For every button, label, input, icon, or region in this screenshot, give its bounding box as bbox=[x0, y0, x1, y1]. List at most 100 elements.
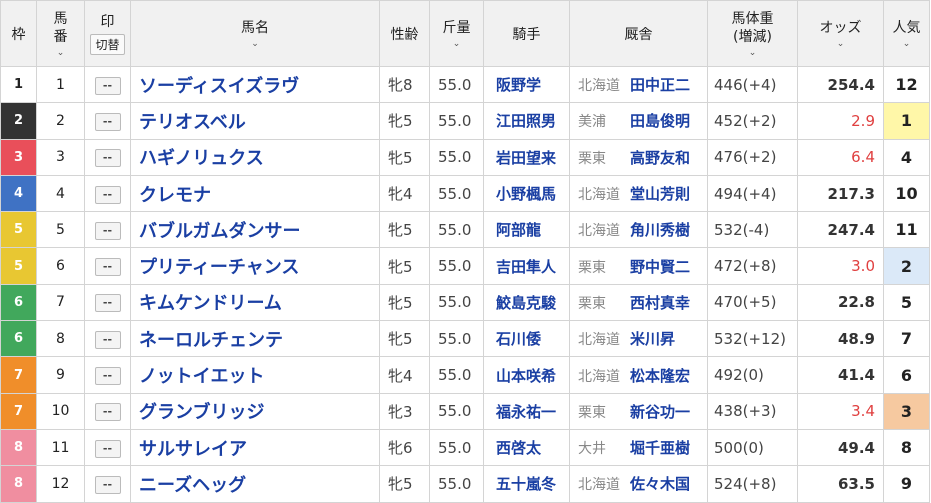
mark-select[interactable]: -- bbox=[94, 112, 121, 131]
popularity-cell: 1 bbox=[883, 102, 930, 140]
horse-name-link[interactable]: グランブリッジ bbox=[130, 392, 380, 430]
stable-region: 美浦 bbox=[578, 114, 606, 131]
stable-cell: 北海道 堂山芳則 bbox=[569, 174, 708, 213]
jockey-link[interactable]: 小野楓馬 bbox=[483, 174, 570, 213]
weight-cell: 524(+8) bbox=[707, 465, 798, 503]
mark-select[interactable]: -- bbox=[94, 403, 121, 422]
trainer-link[interactable]: 野中賢二 bbox=[630, 258, 690, 276]
sex-age-cell: 牝6 bbox=[379, 428, 430, 467]
jockey-link[interactable]: 福永祐一 bbox=[483, 392, 570, 430]
jockey-link[interactable]: 山本咲希 bbox=[483, 356, 570, 394]
horse-name-link[interactable]: ハギノリュクス bbox=[130, 138, 380, 176]
jockey-link[interactable]: 江田照男 bbox=[483, 102, 570, 140]
umaban-cell: 8 bbox=[36, 320, 85, 358]
header-sex-age: 性齢 bbox=[379, 0, 430, 67]
sex-age-cell: 牝8 bbox=[379, 65, 430, 104]
stable-cell: 北海道 田中正二 bbox=[569, 65, 708, 104]
waku-cell: 4 bbox=[0, 174, 37, 213]
mark-select[interactable]: -- bbox=[94, 258, 121, 277]
jockey-link[interactable]: 阪野学 bbox=[483, 65, 570, 104]
odds-cell: 63.5 bbox=[797, 465, 884, 503]
horse-name-link[interactable]: バブルガムダンサー bbox=[130, 211, 380, 249]
trainer-link[interactable]: 田中正二 bbox=[630, 76, 690, 94]
waku-cell: 6 bbox=[0, 283, 37, 322]
horse-name-link[interactable]: サルサレイア bbox=[130, 428, 380, 467]
chevron-down-icon[interactable]: ⌄ bbox=[799, 39, 883, 49]
jockey-link[interactable]: 石川倭 bbox=[483, 320, 570, 358]
stable-region: 北海道 bbox=[578, 187, 620, 204]
jockey-link[interactable]: 西啓太 bbox=[483, 428, 570, 467]
trainer-link[interactable]: 堀千亜樹 bbox=[630, 439, 690, 457]
odds-cell: 22.8 bbox=[797, 283, 884, 322]
header-odds[interactable]: オッズ ⌄ bbox=[797, 0, 884, 67]
horse-name-link[interactable]: ネーロルチェンテ bbox=[130, 320, 380, 358]
trainer-link[interactable]: 佐々木国 bbox=[630, 475, 690, 493]
header-umaban[interactable]: 馬 番 ⌄ bbox=[36, 0, 85, 67]
trainer-link[interactable]: 松本隆宏 bbox=[630, 367, 690, 385]
chevron-down-icon[interactable]: ⌄ bbox=[431, 39, 483, 49]
odds-cell: 41.4 bbox=[797, 356, 884, 394]
mark-cell: -- bbox=[84, 138, 131, 176]
trainer-link[interactable]: 高野友和 bbox=[630, 149, 690, 167]
jockey-link[interactable]: 吉田隼人 bbox=[483, 247, 570, 285]
trainer-link[interactable]: 田島俊明 bbox=[630, 112, 690, 130]
header-popularity[interactable]: 人気 ⌄ bbox=[883, 0, 930, 67]
kinryo-cell: 55.0 bbox=[429, 283, 484, 322]
mark-select[interactable]: -- bbox=[94, 439, 121, 458]
chevron-down-icon[interactable]: ⌄ bbox=[132, 39, 379, 49]
table-row: 4 4 -- クレモナ 牝4 55.0 小野楓馬 北海道 堂山芳則 494(+4) 217.3 10 bbox=[0, 174, 930, 213]
mark-select[interactable]: -- bbox=[94, 149, 121, 168]
jockey-link[interactable]: 五十嵐冬 bbox=[483, 465, 570, 503]
header-horse[interactable]: 馬名 ⌄ bbox=[130, 0, 380, 67]
trainer-link[interactable]: 堂山芳則 bbox=[630, 185, 690, 203]
horse-name-link[interactable]: プリティーチャンス bbox=[130, 247, 380, 285]
chevron-down-icon[interactable]: ⌄ bbox=[38, 48, 84, 58]
umaban-cell: 4 bbox=[36, 174, 85, 213]
horse-name-link[interactable]: クレモナ bbox=[130, 174, 380, 213]
horse-name-link[interactable]: ノットイエット bbox=[130, 356, 380, 394]
chevron-down-icon[interactable]: ⌄ bbox=[885, 39, 929, 49]
jockey-link[interactable]: 阿部龍 bbox=[483, 211, 570, 249]
mark-cell: -- bbox=[84, 247, 131, 285]
mark-select[interactable]: -- bbox=[94, 330, 121, 349]
mark-cell: -- bbox=[84, 174, 131, 213]
odds-cell: 3.4 bbox=[797, 392, 884, 430]
kinryo-cell: 55.0 bbox=[429, 465, 484, 503]
table-row: 5 5 -- バブルガムダンサー 牝5 55.0 阿部龍 北海道 角川秀樹 532(-4) 247.… bbox=[0, 211, 930, 249]
trainer-link[interactable]: 新谷功一 bbox=[630, 403, 690, 421]
mark-select[interactable]: -- bbox=[94, 185, 121, 204]
mark-select[interactable]: -- bbox=[94, 221, 121, 240]
mark-cell: -- bbox=[84, 211, 131, 249]
horse-name-link[interactable]: ソーディスイズラヴ bbox=[130, 65, 380, 104]
mark-select[interactable]: -- bbox=[94, 367, 121, 386]
mark-cell: -- bbox=[84, 320, 131, 358]
horse-name-link[interactable]: キムケンドリーム bbox=[130, 283, 380, 322]
umaban-cell: 10 bbox=[36, 392, 85, 430]
horse-name-link[interactable]: テリオスベル bbox=[130, 102, 380, 140]
jockey-link[interactable]: 岩田望来 bbox=[483, 138, 570, 176]
kinryo-cell: 55.0 bbox=[429, 174, 484, 213]
trainer-link[interactable]: 西村真幸 bbox=[630, 294, 690, 312]
mark-select[interactable]: -- bbox=[94, 76, 121, 95]
header-kinryo[interactable]: 斤量 ⌄ bbox=[429, 0, 484, 67]
header-weight[interactable]: 馬体重 (増減) ⌄ bbox=[707, 0, 798, 67]
mark-select[interactable]: -- bbox=[94, 294, 121, 313]
waku-cell: 5 bbox=[0, 247, 37, 285]
header-stable: 厩舎 bbox=[569, 0, 708, 67]
horse-name-link[interactable]: ニーズヘッグ bbox=[130, 465, 380, 503]
jockey-link[interactable]: 鮫島克駿 bbox=[483, 283, 570, 322]
chevron-down-icon[interactable]: ⌄ bbox=[709, 48, 797, 58]
stable-cell: 大井 堀千亜樹 bbox=[569, 428, 708, 467]
weight-cell: 532(+12) bbox=[707, 320, 798, 358]
toggle-button[interactable]: 切替 bbox=[90, 33, 125, 55]
sex-age-cell: 牝5 bbox=[379, 102, 430, 140]
mark-select[interactable]: -- bbox=[94, 475, 121, 494]
trainer-link[interactable]: 米川昇 bbox=[630, 330, 675, 348]
trainer-link[interactable]: 角川秀樹 bbox=[630, 221, 690, 239]
sex-age-cell: 牝5 bbox=[379, 320, 430, 358]
header-waku: 枠 bbox=[0, 0, 37, 67]
table-row: 3 3 -- ハギノリュクス 牝5 55.0 岩田望来 栗東 高野友和 476(+2) 6.4 4 bbox=[0, 138, 930, 176]
stable-cell: 北海道 米川昇 bbox=[569, 320, 708, 358]
popularity-cell: 4 bbox=[883, 138, 930, 176]
sex-age-cell: 牝4 bbox=[379, 174, 430, 213]
